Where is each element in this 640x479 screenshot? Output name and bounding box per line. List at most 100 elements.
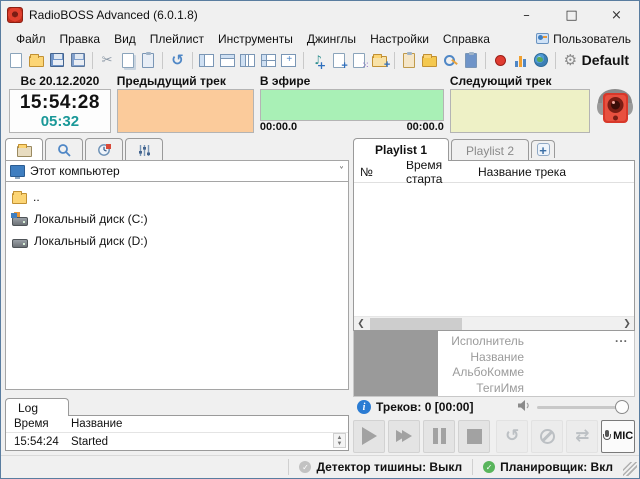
next-button[interactable] xyxy=(388,420,420,453)
history-tab[interactable] xyxy=(85,138,123,161)
log-scrollbar[interactable]: ▲▼ xyxy=(333,433,346,448)
mic-button[interactable]: MIC xyxy=(601,420,635,453)
col-track-name[interactable]: Название трека xyxy=(478,165,634,179)
add-track-icon[interactable]: ♪ xyxy=(309,50,328,71)
scroll-left-icon[interactable]: ❮ xyxy=(354,319,368,329)
copy-icon[interactable] xyxy=(118,50,137,71)
menu-jingles[interactable]: Джинглы xyxy=(300,31,363,47)
repeat-button[interactable]: ↺ xyxy=(496,420,528,453)
layout-left-icon[interactable] xyxy=(198,50,217,71)
menu-view[interactable]: Вид xyxy=(107,31,143,47)
more-button[interactable]: ... xyxy=(609,331,634,396)
folder-tab[interactable] xyxy=(5,138,43,161)
speaker-icon[interactable] xyxy=(517,399,532,415)
clock-box: 15:54:28 05:32 xyxy=(9,89,111,133)
log-col-time[interactable]: Время xyxy=(6,418,71,430)
tags-name-label: ТегиИмя xyxy=(438,381,524,397)
menu-playlist[interactable]: Плейлист xyxy=(143,31,211,47)
pause-button[interactable] xyxy=(423,420,455,453)
location-dropdown[interactable]: Этот компьютер ˅ xyxy=(5,160,349,182)
preset-label[interactable]: Default xyxy=(582,52,633,68)
tools-icon[interactable] xyxy=(441,50,460,71)
playlist-hscrollbar[interactable]: ❮ ❯ xyxy=(354,316,634,330)
file-item-label: .. xyxy=(33,190,40,204)
undo-icon[interactable]: ↺ xyxy=(168,50,187,71)
network-icon[interactable] xyxy=(532,50,551,71)
layout-top-icon[interactable] xyxy=(218,50,237,71)
file-list: .. Локальный диск (C:) Локальный диск (D… xyxy=(5,182,349,390)
menu-bar: Файл Правка Вид Плейлист Инструменты Джи… xyxy=(1,29,639,48)
location-value: Этот компьютер xyxy=(30,164,120,178)
playlist-box: № Время старта Название трека ❮ ❯ xyxy=(353,160,635,331)
history-icon xyxy=(97,143,112,158)
menu-tools[interactable]: Инструменты xyxy=(211,31,300,47)
file-item-drive-c[interactable]: Локальный диск (C:) xyxy=(8,208,346,230)
scroll-thumb[interactable] xyxy=(370,318,462,330)
cut-icon[interactable]: ✂ xyxy=(98,50,117,71)
levels-icon[interactable] xyxy=(511,50,530,71)
menu-file[interactable]: Файл xyxy=(9,31,53,47)
stop-button[interactable] xyxy=(458,420,490,453)
layout-grid-icon[interactable] xyxy=(259,50,278,71)
playlist-body[interactable] xyxy=(354,183,634,316)
shuffle-icon: ⇄ xyxy=(575,428,589,445)
add-playlist-icon[interactable] xyxy=(371,50,390,71)
mic-label: MIC xyxy=(613,430,633,442)
menu-user[interactable]: Пользователь xyxy=(536,32,631,46)
layout-columns-icon[interactable] xyxy=(239,50,258,71)
col-number[interactable]: № xyxy=(354,165,406,179)
log-name: Started xyxy=(71,436,348,448)
music-library-icon[interactable] xyxy=(420,50,439,71)
edit-list-icon[interactable] xyxy=(461,50,480,71)
block-button[interactable] xyxy=(531,420,563,453)
previous-track-box[interactable] xyxy=(117,89,254,133)
shuffle-button[interactable]: ⇄ xyxy=(566,420,598,453)
volume-slider[interactable] xyxy=(537,400,629,414)
menu-edit[interactable]: Правка xyxy=(53,31,108,47)
search-tab[interactable] xyxy=(45,138,83,161)
close-button[interactable]: × xyxy=(594,1,639,29)
main-area: Этот компьютер ˅ .. Локальный диск (C:) … xyxy=(1,134,639,455)
col-start-time[interactable]: Время старта xyxy=(406,158,478,186)
resize-grip[interactable] xyxy=(623,462,637,476)
save-as-icon[interactable] xyxy=(69,50,88,71)
open-icon[interactable] xyxy=(28,50,47,71)
maximize-button[interactable]: □ xyxy=(549,1,594,29)
drive-icon xyxy=(12,217,28,226)
volume-thumb[interactable] xyxy=(615,400,629,414)
layout-add-icon[interactable]: + xyxy=(280,50,299,71)
report-icon[interactable] xyxy=(400,50,419,71)
play-button[interactable] xyxy=(353,420,385,453)
next-track-box[interactable] xyxy=(450,89,590,133)
browser-tabs xyxy=(5,136,349,160)
new-playlist-icon[interactable] xyxy=(7,50,26,71)
mixer-tab[interactable] xyxy=(125,138,163,161)
scroll-right-icon[interactable]: ❯ xyxy=(620,319,634,329)
add-random-icon[interactable] xyxy=(350,50,369,71)
settings-icon[interactable]: ⚙ xyxy=(561,50,580,71)
transport-controls: ↺ ⇄ MIC xyxy=(353,417,635,455)
save-icon[interactable] xyxy=(48,50,67,71)
log-tab[interactable]: Log xyxy=(5,398,69,416)
scheduler-status[interactable]: ✓ Планировщик: Вкл xyxy=(473,460,623,474)
tab-playlist-1[interactable]: Playlist 1 xyxy=(353,138,449,161)
minimize-button[interactable]: – xyxy=(504,1,549,29)
log-time: 15:54:24 xyxy=(6,436,71,448)
add-playlist-tab-button[interactable]: + xyxy=(531,140,555,158)
paste-icon[interactable] xyxy=(139,50,158,71)
mixer-icon xyxy=(137,143,152,158)
file-item-up[interactable]: .. xyxy=(8,186,346,208)
silence-status-icon: ✓ xyxy=(299,461,311,473)
log-row[interactable]: 15:54:24 Started xyxy=(6,433,348,450)
radioboss-logo xyxy=(596,74,635,134)
log-splitter[interactable] xyxy=(5,390,349,397)
record-icon[interactable] xyxy=(491,50,510,71)
add-file-icon[interactable] xyxy=(330,50,349,71)
file-item-drive-d[interactable]: Локальный диск (D:) xyxy=(8,230,346,252)
on-air-box[interactable] xyxy=(260,89,444,121)
silence-detector-status[interactable]: ✓ Детектор тишины: Выкл xyxy=(289,460,472,474)
log-col-name[interactable]: Название xyxy=(71,418,348,430)
menu-help[interactable]: Справка xyxy=(436,31,497,47)
menu-settings[interactable]: Настройки xyxy=(363,31,436,47)
time-remaining: 00:00.0 xyxy=(407,121,444,134)
